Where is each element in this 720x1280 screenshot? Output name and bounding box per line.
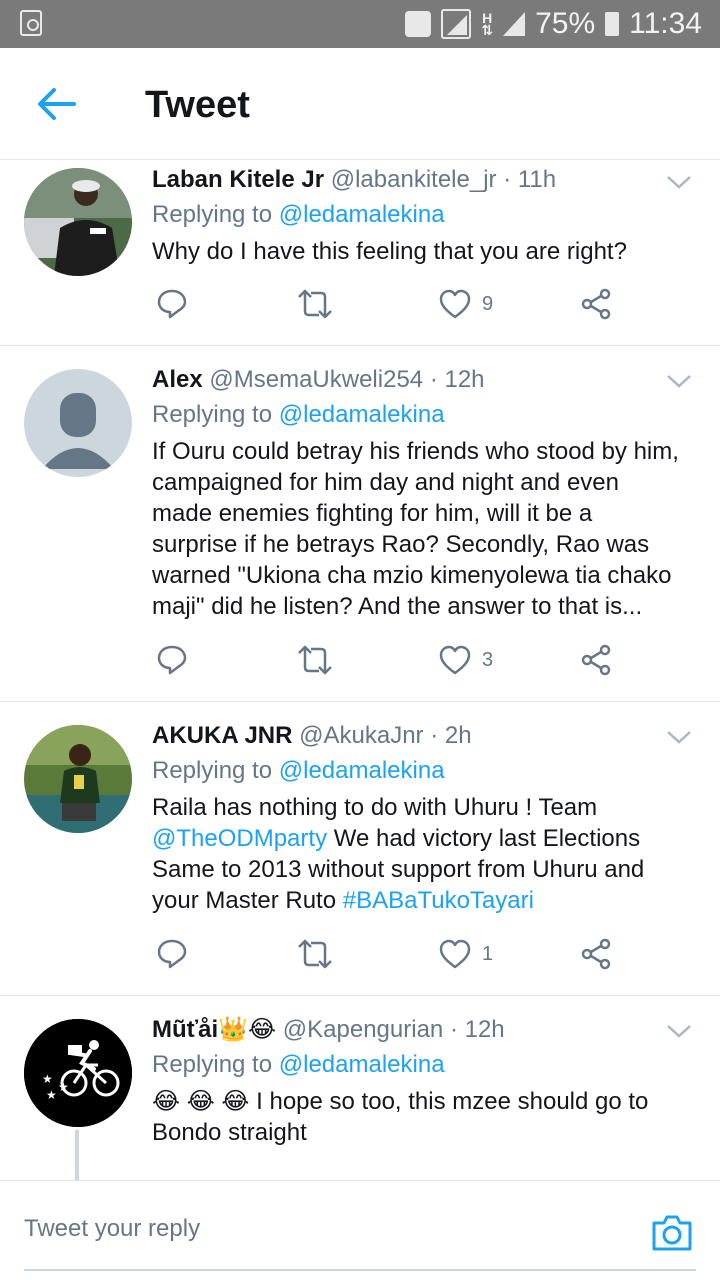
tweet-text: Why do I have this feeling that you are …: [152, 238, 627, 265]
share-icon: [581, 644, 611, 676]
reply-icon: [157, 939, 187, 969]
retweet-icon: [298, 939, 332, 969]
battery-icon: [605, 12, 620, 36]
tweet-item[interactable]: Alex @MsemaUkweli254 · 12h Replying to @…: [0, 346, 720, 702]
retweet-icon: [298, 289, 332, 319]
page-title: Tweet: [145, 84, 250, 126]
avatar[interactable]: ★ ★ ★: [24, 1019, 132, 1127]
tweet-time: · 2h: [430, 722, 472, 749]
battery-percent: 75%: [535, 7, 596, 40]
tweet-header: Laban Kitele Jr @labankitele_jr · 11h: [152, 162, 680, 198]
reply-icon: [157, 289, 187, 319]
heart-icon: [439, 939, 471, 969]
replying-to: Replying to @ledamalekina: [152, 398, 680, 432]
tweet-header: Mũťåi👑😂 @Kapengurian · 12h: [152, 1012, 680, 1048]
name-emoji: 👑😂: [218, 1016, 277, 1043]
avatar[interactable]: [24, 369, 132, 477]
svg-text:★: ★: [46, 1088, 57, 1102]
reply-feed[interactable]: Laban Kitele Jr @labankitele_jr · 11h Re…: [0, 160, 720, 1180]
tweet-time: · 11h: [503, 166, 557, 193]
reply-icon: [157, 645, 187, 675]
share-button[interactable]: [579, 640, 613, 680]
tweet-text: 😂 😂 😂 I hope so too, this mzee should go…: [152, 1086, 680, 1148]
like-count: 9: [482, 292, 494, 315]
user-handle[interactable]: @AkukaJnr: [299, 722, 423, 749]
like-button[interactable]: 9: [438, 284, 493, 324]
tweet-actions: 9: [155, 284, 615, 324]
share-icon: [581, 938, 611, 970]
tweet-header: AKUKA JNR @AkukaJnr · 2h: [152, 718, 680, 754]
reply-button[interactable]: [155, 284, 189, 324]
like-count: 1: [482, 942, 494, 965]
mention-link[interactable]: @TheODMparty: [152, 825, 327, 852]
hashtag-link[interactable]: #BABaTukoTayari: [343, 887, 534, 914]
replying-to-handle[interactable]: @ledamalekina: [279, 201, 445, 228]
thread-connector-line: [75, 1130, 79, 1180]
tweet-time: · 12h: [429, 366, 485, 393]
replying-to: Replying to @ledamalekina: [152, 754, 680, 788]
tweet-item[interactable]: AKUKA JNR @AkukaJnr · 2h Replying to @le…: [0, 702, 720, 996]
display-name[interactable]: Alex: [152, 366, 203, 393]
replying-to-handle[interactable]: @ledamalekina: [279, 1051, 445, 1078]
tweet-actions: 3: [155, 640, 615, 680]
display-name[interactable]: AKUKA JNR: [152, 722, 292, 749]
clock: 11:34: [629, 7, 702, 40]
replying-prefix: Replying to: [152, 1051, 273, 1078]
display-name[interactable]: Laban Kitele Jr: [152, 166, 324, 193]
tweet-item[interactable]: ★ ★ ★ Mũťåi👑😂 @Kapengurian · 12h Replyin…: [0, 996, 720, 1180]
reply-button[interactable]: [155, 640, 189, 680]
camera-icon[interactable]: [650, 1211, 694, 1255]
like-button[interactable]: 3: [438, 640, 493, 680]
tweet-item[interactable]: Laban Kitele Jr @labankitele_jr · 11h Re…: [0, 160, 720, 346]
user-handle[interactable]: @labankitele_jr: [331, 166, 497, 193]
share-icon: [581, 288, 611, 320]
svg-text:★: ★: [42, 1072, 53, 1086]
like-count: 3: [482, 648, 494, 671]
retweet-button[interactable]: [295, 640, 335, 680]
replying-to-handle[interactable]: @ledamalekina: [279, 401, 445, 428]
replying-to: Replying to @ledamalekina: [152, 198, 680, 232]
back-arrow-icon[interactable]: [34, 84, 78, 124]
display-name[interactable]: Mũťåi: [152, 1016, 218, 1043]
reply-composer-bar: Tweet your reply: [0, 1180, 720, 1280]
hplus-data-icon: H ⇅: [481, 10, 494, 38]
replying-to-handle[interactable]: @ledamalekina: [279, 757, 445, 784]
heart-icon: [439, 289, 471, 319]
avatar[interactable]: [24, 168, 132, 276]
app-header: Tweet: [0, 48, 720, 160]
reply-input[interactable]: Tweet your reply: [24, 1215, 200, 1243]
retweet-button[interactable]: [295, 934, 335, 974]
status-bar: H ⇅ 75% 11:34: [0, 0, 720, 48]
avatar[interactable]: [24, 725, 132, 833]
replying-prefix: Replying to: [152, 201, 273, 228]
like-button[interactable]: 1: [438, 934, 493, 974]
share-button[interactable]: [579, 284, 613, 324]
user-handle[interactable]: @Kapengurian: [283, 1016, 443, 1043]
heart-icon: [439, 645, 471, 675]
phone-icon: [405, 11, 432, 37]
emoji-text: 😂 😂 😂: [152, 1088, 250, 1115]
status-icons: H ⇅ 75% 11:34: [405, 0, 702, 48]
replying-prefix: Replying to: [152, 401, 273, 428]
tweet-text: If Ouru could betray his friends who sto…: [152, 438, 679, 620]
reply-button[interactable]: [155, 934, 189, 974]
tweet-text-part: Raila has nothing to do with Uhuru ! Tea…: [152, 794, 598, 821]
reply-input-underline: [24, 1269, 696, 1271]
tweet-time: · 12h: [449, 1016, 505, 1043]
retweet-button[interactable]: [295, 284, 335, 324]
tweet-text: Raila has nothing to do with Uhuru ! Tea…: [152, 792, 680, 916]
share-button[interactable]: [579, 934, 613, 974]
signal-box-icon: [441, 9, 472, 39]
replying-to: Replying to @ledamalekina: [152, 1048, 680, 1082]
svg-text:★: ★: [58, 1080, 69, 1094]
tweet-actions: 1: [155, 934, 615, 974]
tweet-header: Alex @MsemaUkweli254 · 12h: [152, 362, 680, 398]
replying-prefix: Replying to: [152, 757, 273, 784]
retweet-icon: [298, 645, 332, 675]
recycle-notification-icon: [20, 10, 42, 36]
user-handle[interactable]: @MsemaUkweli254: [209, 366, 423, 393]
cell-signal-icon: [503, 12, 526, 36]
